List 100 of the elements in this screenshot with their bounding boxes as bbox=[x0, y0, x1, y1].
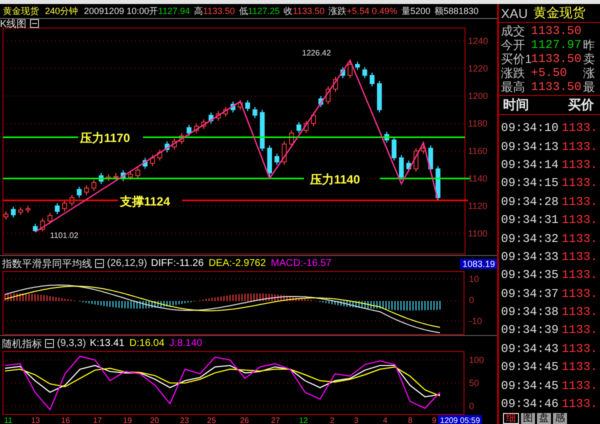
candle bbox=[274, 153, 280, 166]
tick-price: 1133. bbox=[562, 378, 598, 393]
candle bbox=[48, 212, 52, 224]
tick-price: 1133. bbox=[562, 121, 598, 136]
field-value: +5.54 0.49% bbox=[346, 6, 398, 16]
high-price-label: 1226.42 bbox=[302, 48, 331, 58]
low-price-label: 1101.02 bbox=[50, 231, 78, 240]
field-value: 1133.50 bbox=[292, 6, 325, 16]
candle bbox=[4, 210, 8, 220]
quote-label: 卖 bbox=[583, 50, 595, 67]
candle bbox=[157, 149, 162, 162]
price-axis-label: 1200 bbox=[468, 91, 488, 101]
price-axis-label: 1220 bbox=[468, 64, 488, 74]
period-label: 240分钟 bbox=[45, 4, 78, 18]
tick-price: 1133. bbox=[562, 176, 598, 190]
price-axis-label: 1160 bbox=[468, 146, 488, 156]
field-value: 1133.50 bbox=[202, 6, 235, 16]
quote-label: 最 bbox=[583, 78, 595, 96]
candle bbox=[245, 100, 250, 112]
collapse-icon[interactable] bbox=[45, 339, 54, 348]
date-axis-label: 13 bbox=[31, 416, 40, 424]
candle bbox=[84, 184, 89, 196]
date-axis-label: 26 bbox=[240, 416, 249, 424]
date-axis-label: 2 bbox=[330, 416, 334, 424]
tick-time: 09:34:39 bbox=[501, 323, 559, 338]
field-label: 收 bbox=[284, 4, 293, 18]
indicator-axis-label: 100 bbox=[469, 355, 484, 365]
tab[interactable]: 细 bbox=[503, 413, 519, 424]
field-label: 额 bbox=[434, 4, 444, 18]
field-value: 1127.25 bbox=[248, 6, 280, 16]
candle bbox=[399, 154, 404, 180]
tick-time: 09:34:15 bbox=[501, 176, 559, 190]
column-header: 买价 bbox=[568, 96, 594, 114]
tick-time: 09:34:13 bbox=[501, 140, 559, 154]
tick-price: 1133. bbox=[562, 323, 598, 338]
indicator-value: DEA:-2.9762 bbox=[208, 258, 266, 269]
field-label: 开 bbox=[149, 4, 158, 18]
chart-title: K线图 bbox=[0, 18, 27, 30]
candle bbox=[201, 118, 206, 130]
candle bbox=[370, 72, 374, 87]
field-value: 5881830 bbox=[443, 6, 478, 16]
quote-label: 涨 bbox=[583, 64, 595, 82]
candle bbox=[216, 110, 221, 122]
candle bbox=[362, 66, 368, 79]
indicator-params: (26,12,9) bbox=[107, 258, 148, 269]
tab[interactable]: 图 bbox=[521, 413, 535, 424]
indicator-value: MACD:-16.57 bbox=[270, 258, 332, 269]
candle bbox=[194, 122, 199, 134]
date-axis-label: 4 bbox=[383, 416, 388, 424]
tick-price: 1133. bbox=[562, 360, 598, 374]
candle bbox=[282, 140, 287, 166]
tick-price: 1133. bbox=[562, 268, 598, 282]
date-axis-label: 8 bbox=[408, 416, 412, 424]
quote-label: 今开 bbox=[501, 37, 526, 54]
candle bbox=[296, 122, 302, 134]
tick-time: 09:34:45 bbox=[501, 360, 559, 374]
candle bbox=[304, 120, 309, 134]
date-axis-label: 11 bbox=[4, 416, 12, 424]
quote-value: 1127.97 bbox=[531, 38, 582, 52]
indicator-value: DIFF:-11.26 bbox=[151, 258, 204, 269]
tick-time: 09:34:35 bbox=[501, 268, 559, 282]
tick-price: 1133. bbox=[562, 250, 598, 264]
candle bbox=[318, 96, 324, 108]
date-axis-label: 16 bbox=[61, 416, 70, 424]
quote-value: 1133.50 bbox=[531, 52, 582, 66]
tick-price: 1133. bbox=[562, 158, 598, 172]
candle bbox=[436, 166, 440, 201]
price-axis-label: 1140 bbox=[468, 173, 488, 184]
candle bbox=[311, 112, 316, 127]
candle bbox=[128, 171, 133, 180]
candle bbox=[267, 144, 272, 179]
symbol-code: XAU bbox=[501, 6, 528, 20]
date-axis-label: 27 bbox=[271, 416, 280, 424]
date-axis-label: 12 bbox=[299, 416, 308, 424]
symbol-name: 黄金现货 bbox=[3, 4, 39, 18]
price-axis-label: 1100 bbox=[468, 228, 488, 238]
candle bbox=[91, 179, 96, 192]
price-axis-label: 1120 bbox=[468, 200, 488, 211]
date-axis-label: 20 bbox=[150, 416, 159, 424]
tick-price: 1133. bbox=[562, 342, 598, 356]
date-axis-label: 9 bbox=[432, 416, 436, 424]
time-badge: 1209 05:59 bbox=[438, 415, 482, 424]
candle bbox=[238, 100, 243, 110]
candle bbox=[420, 144, 426, 154]
price-axis-label: 1180 bbox=[468, 118, 488, 128]
field-label: 涨跌 bbox=[328, 4, 347, 18]
candle bbox=[406, 160, 412, 172]
candle bbox=[208, 112, 214, 124]
candle bbox=[62, 200, 67, 212]
collapse-icon[interactable] bbox=[95, 259, 104, 268]
tab[interactable]: 盘 bbox=[537, 413, 551, 424]
quote-value: +5.50 bbox=[531, 66, 568, 80]
quote-label: 最高 bbox=[501, 78, 526, 96]
collapse-icon[interactable] bbox=[30, 19, 39, 28]
tab[interactable]: 感 bbox=[553, 413, 567, 424]
candle bbox=[340, 66, 346, 79]
candle bbox=[26, 205, 30, 214]
date-axis-label: 19 bbox=[123, 416, 132, 424]
candle bbox=[142, 157, 148, 170]
indicator-axis-label: 50 bbox=[469, 378, 480, 388]
